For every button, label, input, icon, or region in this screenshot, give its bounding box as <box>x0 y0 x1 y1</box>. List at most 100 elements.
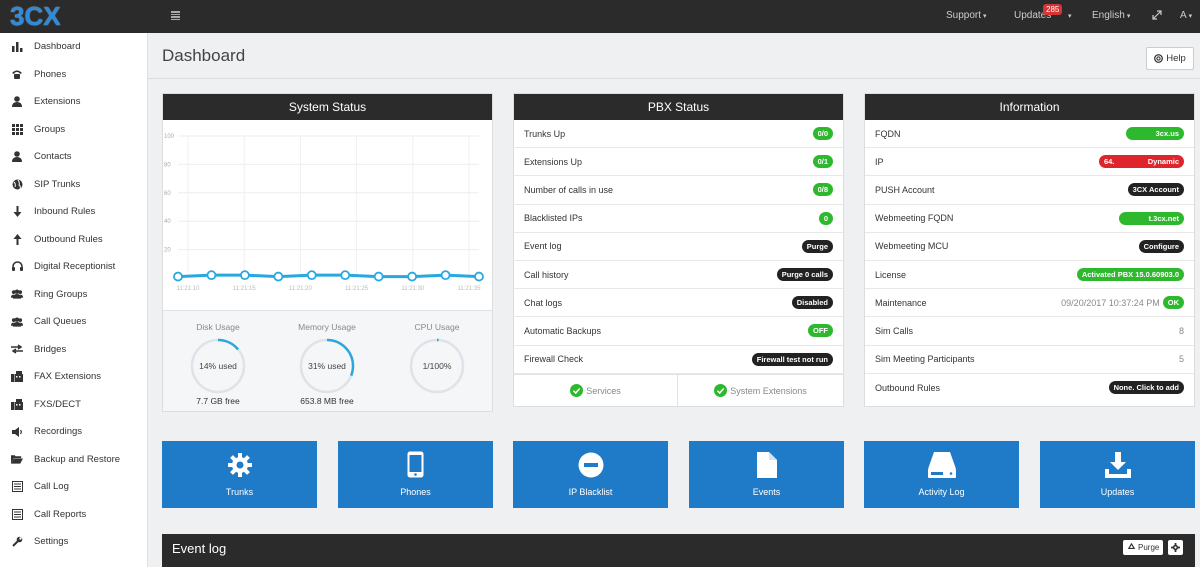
check-circle-icon <box>714 384 728 397</box>
title-divider <box>148 78 1200 79</box>
top-bar: 3CX Support ▾ Updates 285 ▾ English ▾ A ▾ <box>0 0 1200 33</box>
chevron-down-icon: ▾ <box>1068 13 1072 20</box>
sidebar-item-sip-trunks[interactable]: SIP Trunks <box>0 171 148 198</box>
recycle-icon <box>1127 543 1136 552</box>
sidebar-item-digital-receptionist[interactable]: Digital Receptionist <box>0 253 148 280</box>
sidebar-item-groups[interactable]: Groups <box>0 116 148 143</box>
system-status-chart: 100 80 60 40 20 11:21:10 11:21:15 11:21:20 11:21… <box>163 120 492 310</box>
row-label: Chat logs <box>524 297 563 308</box>
language-label: English <box>1092 10 1125 21</box>
system-extensions-label: System Extensions <box>730 385 807 396</box>
information-title: Information <box>865 94 1194 120</box>
sidebar-item-inbound-rules[interactable]: Inbound Rules <box>0 198 148 225</box>
tile-updates[interactable]: Updates <box>1040 441 1195 508</box>
file-icon <box>756 451 777 478</box>
sidebar-item-contacts[interactable]: Contacts <box>0 143 148 170</box>
add-outbound-rule-button[interactable]: None. Click to add <box>1108 381 1184 395</box>
data-point <box>306 270 317 281</box>
event-log-settings-button[interactable] <box>1168 540 1183 555</box>
services-status[interactable]: Services <box>514 375 678 406</box>
row-label: PUSH Account <box>875 184 935 195</box>
sidebar-item-backup-restore[interactable]: Backup and Restore <box>0 446 148 473</box>
sidebar-item-bridges[interactable]: Bridges <box>0 336 148 363</box>
sidebar-item-label: Contacts <box>34 151 72 162</box>
row-label: Automatic Backups <box>524 325 602 336</box>
sidebar-item-call-queues[interactable]: Call Queues <box>0 308 148 335</box>
sidebar-item-fxs-dect[interactable]: FXS/DECT <box>0 391 148 418</box>
sidebar-item-recordings[interactable]: Recordings <box>0 418 148 445</box>
row-label: Sim Calls <box>875 325 914 336</box>
sidebar-item-phones[interactable]: Phones <box>0 61 148 88</box>
logo[interactable]: 3CX <box>10 3 61 29</box>
row-label: Firewall Check <box>524 354 584 365</box>
info-row-fqdn: FQDN 3cx.us <box>865 120 1194 149</box>
firewall-test-button[interactable]: Firewall test not run <box>751 352 833 366</box>
x-tick-label: 11:21:20 <box>289 286 313 292</box>
data-point <box>373 271 384 282</box>
sidebar-item-ring-groups[interactable]: Ring Groups <box>0 281 148 308</box>
menu-toggle-icon[interactable] <box>171 11 180 20</box>
x-tick-label: 11:21:30 <box>401 286 425 292</box>
purge-button[interactable]: Purge <box>1123 540 1164 555</box>
system-extensions-status[interactable]: System Extensions <box>678 375 843 406</box>
info-row-ip: IP 64. Dynamic <box>865 148 1194 177</box>
phone-icon <box>11 68 23 80</box>
sidebar-item-label: Call Reports <box>34 508 87 520</box>
event-log-title: Event log <box>172 541 227 556</box>
sidebar-item-label: Ring Groups <box>34 288 88 300</box>
y-tick-label: 40 <box>164 219 171 225</box>
purge-event-log-button[interactable]: Purge <box>801 239 833 253</box>
purge-label: Purge <box>1138 543 1160 552</box>
tile-ip-blacklist[interactable]: IP Blacklist <box>513 441 668 508</box>
maintenance-ok-badge: OK <box>1162 296 1184 310</box>
tile-trunks[interactable]: Trunks <box>162 441 317 508</box>
row-label: License <box>875 269 907 280</box>
user-icon <box>11 151 23 163</box>
sidebar-item-dashboard[interactable]: Dashboard <box>0 33 148 60</box>
tile-label: Events <box>752 487 781 497</box>
pbx-row-blacklisted-ips: Blacklisted IPs 0 <box>514 205 843 233</box>
language-menu[interactable]: English ▾ <box>1092 10 1130 21</box>
tile-phones[interactable]: Phones <box>338 441 493 508</box>
wrench-icon <box>11 536 23 548</box>
pbx-status-panel: PBX Status Trunks Up 0/0 Extensions Up 0/1… <box>513 93 844 407</box>
status-badge: 0/8 <box>812 183 833 197</box>
user-menu[interactable]: A ▾ <box>1180 10 1192 21</box>
chat-logs-button[interactable]: Disabled <box>791 296 833 310</box>
sidebar-item-extensions[interactable]: Extensions <box>0 88 148 115</box>
status-badge: 0 <box>818 211 833 225</box>
sim-calls-value: 8 <box>1178 325 1184 336</box>
sidebar-item-label: SIP Trunks <box>34 178 81 190</box>
pbx-row-firewall-check: Firewall Check Firewall test not run <box>514 346 843 374</box>
push-account-button[interactable]: 3CX Account <box>1127 183 1184 197</box>
support-menu[interactable]: Support ▾ <box>946 10 987 21</box>
pbx-status-title: PBX Status <box>514 94 843 120</box>
fullscreen-icon[interactable] <box>1152 10 1162 23</box>
y-tick-label: 100 <box>164 134 175 140</box>
gear-icon <box>1171 543 1180 552</box>
sidebar-item-label: Call Log <box>34 481 69 492</box>
updates-dropdown[interactable]: ▾ <box>1066 10 1072 21</box>
configure-mcu-button[interactable]: Configure <box>1138 239 1184 253</box>
globe-icon <box>11 178 23 190</box>
license-badge[interactable]: Activated PBX 15.0.60903.0 <box>1076 268 1184 282</box>
sidebar-item-label: Extensions <box>34 96 81 107</box>
sidebar-item-outbound-rules[interactable]: Outbound Rules <box>0 226 148 253</box>
help-button[interactable]: Help <box>1146 47 1194 70</box>
sidebar-item-settings[interactable]: Settings <box>0 528 148 555</box>
tile-activity-log[interactable]: Activity Log <box>864 441 1019 508</box>
cpu-usage-value: 1/100% <box>422 361 452 371</box>
data-point <box>239 270 250 281</box>
support-label: Support <box>946 10 982 21</box>
purge-calls-button[interactable]: Purge 0 calls <box>776 268 833 282</box>
sidebar-item-call-log[interactable]: Call Log <box>0 473 148 500</box>
sidebar-item-call-reports[interactable]: Call Reports <box>0 501 148 528</box>
row-label: Blacklisted IPs <box>524 213 583 224</box>
tile-events[interactable]: Events <box>689 441 844 508</box>
pbx-row-chat-logs: Chat logs Disabled <box>514 289 843 318</box>
backups-toggle[interactable]: OFF <box>808 324 833 338</box>
lifebuoy-icon <box>1154 54 1164 63</box>
logo-text: 3CX <box>10 1 61 31</box>
sidebar-item-fax-extensions[interactable]: FAX Extensions <box>0 363 148 390</box>
tile-label: Updates <box>1100 487 1135 497</box>
